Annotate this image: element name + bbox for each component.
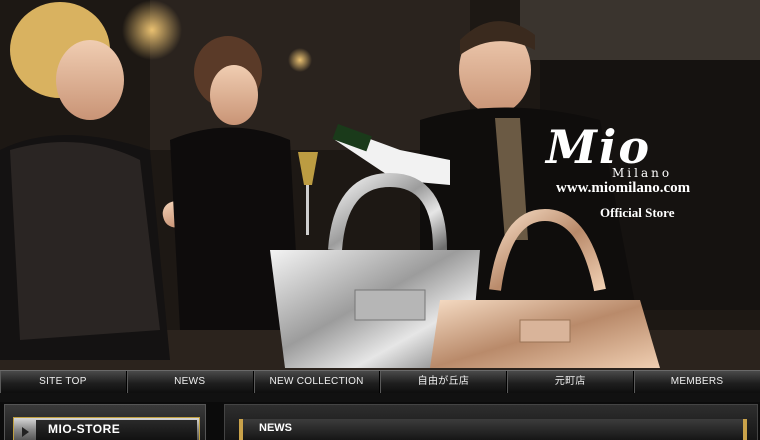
hero-banner: Mio Milano www.miomilano.com Official St… bbox=[0, 0, 760, 370]
news-header-bar: NEWS bbox=[239, 419, 747, 440]
sidebar-store-title: MIO-STORE bbox=[48, 422, 121, 436]
nav-item-members[interactable]: MEMBERS bbox=[634, 371, 760, 393]
brand-logo: Mio bbox=[546, 120, 652, 174]
divider bbox=[0, 393, 760, 402]
nav-item-motomachi-store[interactable]: 元町店 bbox=[507, 371, 635, 393]
news-panel: NEWS bbox=[224, 404, 758, 440]
nav-item-site-top[interactable]: SITE TOP bbox=[0, 371, 127, 393]
brand-logo-sub: Milano bbox=[612, 166, 673, 180]
brand-url: www.miomilano.com bbox=[556, 180, 691, 196]
nav-item-new-collection[interactable]: NEW COLLECTION bbox=[254, 371, 381, 393]
page: Mio Milano www.miomilano.com Official St… bbox=[0, 0, 760, 440]
sidebar-store-panel: MIO-STORE bbox=[4, 404, 206, 440]
main-nav: SITE TOP NEWS NEW COLLECTION 自由が丘店 元町店 M… bbox=[0, 370, 760, 394]
sidebar-store-tab[interactable]: MIO-STORE bbox=[13, 417, 200, 440]
arrow-right-icon bbox=[22, 427, 29, 437]
brand-logo-block: Mio Milano bbox=[540, 124, 750, 180]
nav-item-jiyugaoka-store[interactable]: 自由が丘店 bbox=[380, 371, 508, 393]
official-store-label: Official Store bbox=[600, 205, 675, 220]
nav-item-news[interactable]: NEWS bbox=[127, 371, 254, 393]
news-title: NEWS bbox=[259, 422, 292, 434]
